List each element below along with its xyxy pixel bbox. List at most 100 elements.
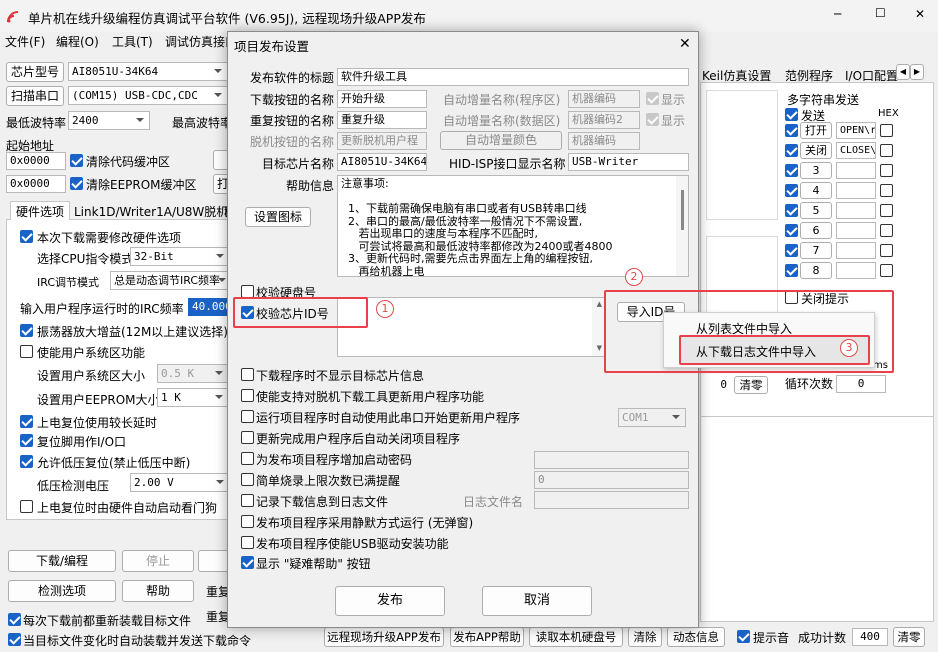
option-checkbox[interactable] (241, 515, 254, 528)
row-hex-checkbox[interactable] (880, 244, 893, 257)
maximize-button[interactable]: ☐ (875, 6, 886, 20)
row-string-input[interactable] (836, 162, 876, 179)
cpu-mode-select[interactable]: 32-Bit (130, 247, 230, 266)
menu-tools[interactable]: 工具(T) (112, 33, 153, 50)
right-clear-button[interactable]: 清零 (734, 376, 768, 394)
loop-field[interactable]: 0 (836, 375, 886, 393)
min-baud-select[interactable]: 2400 (68, 111, 150, 130)
tab-scroll-left-button[interactable]: ◀ (896, 64, 910, 80)
option-checkbox[interactable] (241, 431, 254, 444)
row-hex-checkbox[interactable] (880, 264, 893, 277)
wdt-checkbox[interactable] (20, 500, 33, 513)
bottom-clear2-button[interactable]: 清零 (893, 627, 925, 647)
option-checkbox[interactable] (241, 410, 254, 423)
row-send-checkbox[interactable] (785, 124, 798, 137)
menu-program[interactable]: 编程(O) (56, 33, 99, 50)
row-string-input[interactable]: CLOSE\ (836, 142, 876, 159)
dynamic-info-button[interactable]: 动态信息 (667, 627, 725, 647)
row-send-checkbox[interactable] (785, 184, 798, 197)
row-string-input[interactable]: OPEN\r (836, 122, 876, 139)
chip-type-select[interactable]: AI8051U-34K64 (68, 62, 228, 81)
lvd-select[interactable]: 2.00 V (130, 473, 230, 492)
reset-delay-checkbox[interactable] (20, 415, 33, 428)
option-checkbox[interactable] (241, 536, 254, 549)
download-button[interactable]: 下载/编程 (8, 550, 116, 572)
lvr-checkbox[interactable] (20, 455, 33, 468)
reset-pin-checkbox[interactable] (20, 434, 33, 447)
scan-port-button[interactable]: 扫描串口 (6, 86, 64, 106)
target-chip-input[interactable]: AI8051U-34K64 (337, 153, 427, 171)
reload-each-checkbox[interactable] (8, 613, 21, 626)
com-select[interactable]: COM1 (618, 408, 686, 427)
osc-gain-checkbox[interactable] (20, 324, 33, 337)
auto-send-checkbox[interactable] (8, 633, 21, 646)
row-send-button[interactable]: 5 (800, 202, 832, 219)
hid-input[interactable]: USB-Writer (568, 153, 689, 171)
row-string-input[interactable] (836, 222, 876, 239)
option-checkbox[interactable] (241, 556, 254, 569)
menu-file[interactable]: 文件(F) (5, 33, 45, 50)
row-string-input[interactable] (836, 242, 876, 259)
id-scroll-down-icon[interactable]: ▼ (597, 344, 602, 352)
user-sys-checkbox[interactable] (20, 345, 33, 358)
row-send-checkbox[interactable] (785, 204, 798, 217)
id-scroll-up-icon[interactable]: ▲ (597, 300, 602, 308)
machine-code-3[interactable]: 机器编码 (568, 132, 640, 150)
option-checkbox[interactable] (241, 473, 254, 486)
row-send-checkbox[interactable] (785, 264, 798, 277)
redl-btn-input[interactable]: 重复升级 (337, 111, 427, 129)
log-file-input[interactable] (534, 491, 689, 509)
addr-code-input[interactable]: 0x0000 (6, 152, 66, 170)
machine-code-2[interactable]: 机器编码2 (568, 111, 640, 129)
port-select[interactable]: (COM15) USB-CDC,CDC (68, 86, 228, 105)
show2-checkbox[interactable] (646, 113, 659, 126)
row-send-checkbox[interactable] (785, 164, 798, 177)
tab-scroll-right-button[interactable]: ▶ (910, 64, 924, 80)
user-eeprom-select[interactable]: 1 K (157, 388, 229, 407)
help-button[interactable]: 帮助 (122, 580, 194, 602)
option-checkbox[interactable] (241, 452, 254, 465)
need-modify-checkbox[interactable] (20, 230, 33, 243)
option-checkbox[interactable] (241, 368, 254, 381)
pub-title-input[interactable]: 软件升级工具 (337, 68, 689, 86)
check-options-button[interactable]: 检测选项 (8, 580, 116, 602)
row-string-input[interactable] (836, 182, 876, 199)
addr-eeprom-input[interactable]: 0x0000 (6, 175, 66, 193)
row-send-button[interactable]: 4 (800, 182, 832, 199)
read-disk-button[interactable]: 读取本机硬盘号 (529, 627, 623, 647)
remote-upgrade-button[interactable]: 远程现场升级APP发布 (324, 627, 444, 647)
tone-checkbox[interactable] (737, 630, 750, 643)
chip-type-button[interactable]: 芯片型号 (6, 62, 64, 82)
row-string-input[interactable] (836, 202, 876, 219)
dl-btn-input[interactable]: 开始升级 (337, 90, 427, 108)
row-hex-checkbox[interactable] (880, 124, 893, 137)
auto-color-button[interactable]: 自动增量颜色 (440, 131, 562, 150)
help-scroll-thumb[interactable] (681, 190, 684, 230)
row-send-button[interactable]: 打开 (800, 122, 832, 139)
row-hex-checkbox[interactable] (880, 144, 893, 157)
count-field[interactable]: 0 (700, 377, 730, 395)
minimize-button[interactable]: ─ (834, 7, 841, 21)
option-checkbox[interactable] (241, 389, 254, 402)
show1-checkbox[interactable] (646, 92, 659, 105)
clear-eeprom-checkbox[interactable] (70, 177, 83, 190)
row-hex-checkbox[interactable] (880, 204, 893, 217)
row-send-button[interactable]: 7 (800, 242, 832, 259)
row-hex-checkbox[interactable] (880, 164, 893, 177)
row-send-button[interactable]: 3 (800, 162, 832, 179)
close-window-button[interactable]: ✕ (915, 7, 925, 21)
row-send-checkbox[interactable] (785, 244, 798, 257)
stop-button[interactable]: 停止 (122, 550, 194, 572)
bottom-clear-button[interactable]: 清除 (628, 627, 662, 647)
row-send-button[interactable]: 6 (800, 222, 832, 239)
success-count-field[interactable]: 400 (852, 628, 888, 646)
limit-input[interactable]: 0 (534, 471, 689, 489)
set-icon-button[interactable]: 设置图标 (245, 207, 311, 227)
offline-input[interactable]: 更新脱机用户程 (337, 132, 427, 150)
input-irc-field[interactable]: 40.000 (188, 298, 232, 316)
row-send-checkbox[interactable] (785, 224, 798, 237)
row-string-input[interactable] (836, 262, 876, 279)
row-hex-checkbox[interactable] (880, 224, 893, 237)
publish-button[interactable]: 发布 (335, 586, 445, 616)
machine-code-1[interactable]: 机器编码 (568, 90, 640, 108)
